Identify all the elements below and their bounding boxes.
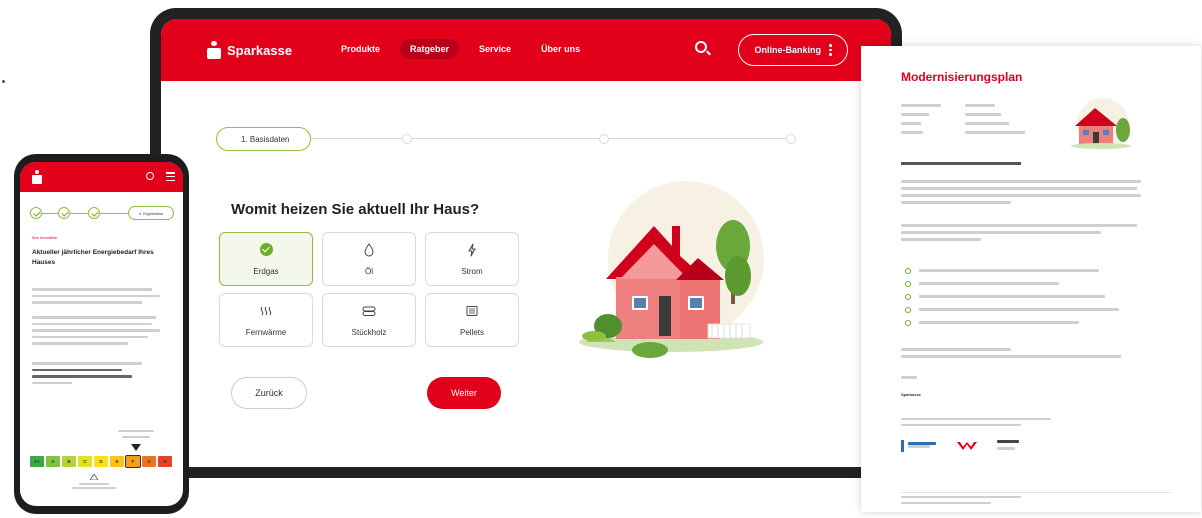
option-stueckholz[interactable]: Stückholz (322, 293, 416, 347)
online-banking-label: Online-Banking (754, 45, 821, 55)
option-pellets[interactable]: Pellets (425, 293, 519, 347)
brand-logo[interactable]: Sparkasse (207, 41, 292, 59)
brand-name: Sparkasse (227, 42, 293, 58)
main-menu: Produkte Ratgeber Service Über uns (331, 39, 590, 59)
result-paragraph-2 (32, 316, 166, 349)
partner-logo-3 (997, 440, 1021, 452)
stepper-line (306, 138, 796, 139)
document-footer (901, 492, 1171, 508)
scale-class-d: D (94, 456, 108, 467)
phone-screen: 4. Ergebnisse Ihre Immobilie Aktueller j… (20, 162, 183, 506)
stray-dot (2, 80, 5, 83)
option-oel[interactable]: Öl (322, 232, 416, 286)
step-complete-icon (88, 207, 100, 219)
value-marker-icon (131, 444, 141, 451)
step-ergebnisse[interactable]: 4. Ergebnisse (128, 206, 174, 220)
menu-icon[interactable] (166, 172, 175, 181)
option-label: Fernwärme (245, 327, 287, 337)
phone-device: 4. Ergebnisse Ihre Immobilie Aktueller j… (14, 154, 189, 514)
nav-ueber-uns[interactable]: Über uns (531, 39, 590, 59)
checklist-item (905, 264, 1119, 277)
phone-stepper: 4. Ergebnisse (30, 206, 176, 220)
heat-icon (259, 304, 273, 318)
section-label: Ihre Immobilie (32, 235, 58, 240)
option-label: Öl (365, 266, 373, 276)
progress-stepper: 1. Basisdaten (216, 127, 796, 151)
drop-icon (364, 242, 374, 257)
checklist-item (905, 277, 1119, 290)
document-title: Modernisierungsplan (901, 70, 1023, 84)
option-strom[interactable]: Strom (425, 232, 519, 286)
step-dot-3 (599, 134, 609, 144)
step-dot-4 (786, 134, 796, 144)
document-footnote (901, 418, 1141, 430)
average-caption (64, 473, 124, 489)
document-paragraph-3 (901, 348, 1141, 362)
partner-logos (901, 440, 1021, 452)
step-basisdaten[interactable]: 1. Basisdaten (216, 127, 311, 151)
next-button[interactable]: Weiter (427, 377, 501, 409)
checklist-item (905, 316, 1119, 329)
option-label: Erdgas (253, 266, 279, 276)
search-icon[interactable] (695, 41, 707, 53)
heating-options: Erdgas Öl Strom Fernwärme Stückholz Pell… (219, 232, 519, 347)
partner-logo-1 (901, 440, 937, 452)
tablet-device: Sparkasse Produkte Ratgeber Service Über… (150, 8, 902, 478)
result-paragraph-1 (32, 288, 166, 308)
nav-produkte[interactable]: Produkte (331, 39, 390, 59)
step-dot-2 (402, 134, 412, 144)
partner-logo-2 (957, 442, 977, 450)
nav-ratgeber[interactable]: Ratgeber (400, 39, 460, 59)
scale-class-b: B (62, 456, 76, 467)
option-label: Pellets (459, 327, 484, 337)
promo-stage: Sparkasse Produkte Ratgeber Service Über… (0, 0, 1202, 518)
nav-service[interactable]: Service (469, 39, 521, 59)
step-complete-icon (58, 207, 70, 219)
phone-navigation (20, 162, 183, 192)
stepper-line (30, 213, 136, 214)
your-value-label (118, 430, 154, 442)
sparkasse-logo-icon (207, 41, 221, 59)
wood-icon (361, 304, 377, 318)
search-icon[interactable] (146, 172, 154, 180)
house-illustration (579, 181, 764, 358)
checklist-item (905, 290, 1119, 303)
document-paragraph-1 (901, 180, 1141, 208)
result-paragraph-3 (32, 362, 166, 388)
scale-class-a-plus: A+ (30, 456, 44, 467)
online-banking-button[interactable]: Online-Banking (738, 34, 848, 66)
document-greeting (901, 376, 1141, 383)
document-section-heading (901, 162, 1021, 165)
energy-efficiency-scale: A+ A B C D E F G H (30, 455, 172, 468)
result-heading: Aktueller jährlicher Energiebedarf Ihres… (32, 249, 154, 266)
scale-class-g: G (142, 456, 156, 467)
option-label: Stückholz (351, 327, 387, 337)
document-paragraph-2 (901, 224, 1141, 245)
pellets-icon (465, 304, 479, 318)
option-label: Strom (461, 266, 483, 276)
lightning-icon (467, 243, 477, 257)
step-complete-icon (30, 207, 42, 219)
option-erdgas[interactable]: Erdgas (219, 232, 313, 286)
option-fernwaerme[interactable]: Fernwärme (219, 293, 313, 347)
check-icon (259, 243, 273, 257)
back-button[interactable]: Zurück (231, 377, 307, 409)
document-house-illustration (1071, 98, 1131, 150)
scale-class-c: C (78, 456, 92, 467)
tablet-screen: Sparkasse Produkte Ratgeber Service Über… (161, 19, 891, 467)
average-marker-icon (89, 473, 99, 481)
modernization-plan-document: Modernisierungsplan Sparkasse (861, 46, 1201, 512)
scale-class-h: H (158, 456, 172, 467)
checklist-item (905, 303, 1119, 316)
document-meta (901, 104, 1035, 138)
top-navigation: Sparkasse Produkte Ratgeber Service Über… (161, 19, 891, 81)
question-heading: Womit heizen Sie aktuell Ihr Haus? (231, 201, 480, 218)
scale-class-f: F (125, 455, 141, 468)
document-sender: Sparkasse (901, 392, 922, 397)
sparkasse-logo-icon[interactable] (32, 170, 42, 184)
document-checklist (905, 264, 1119, 329)
scale-class-a: A (46, 456, 60, 467)
scale-class-e: E (110, 456, 124, 467)
more-vertical-icon (829, 44, 832, 56)
